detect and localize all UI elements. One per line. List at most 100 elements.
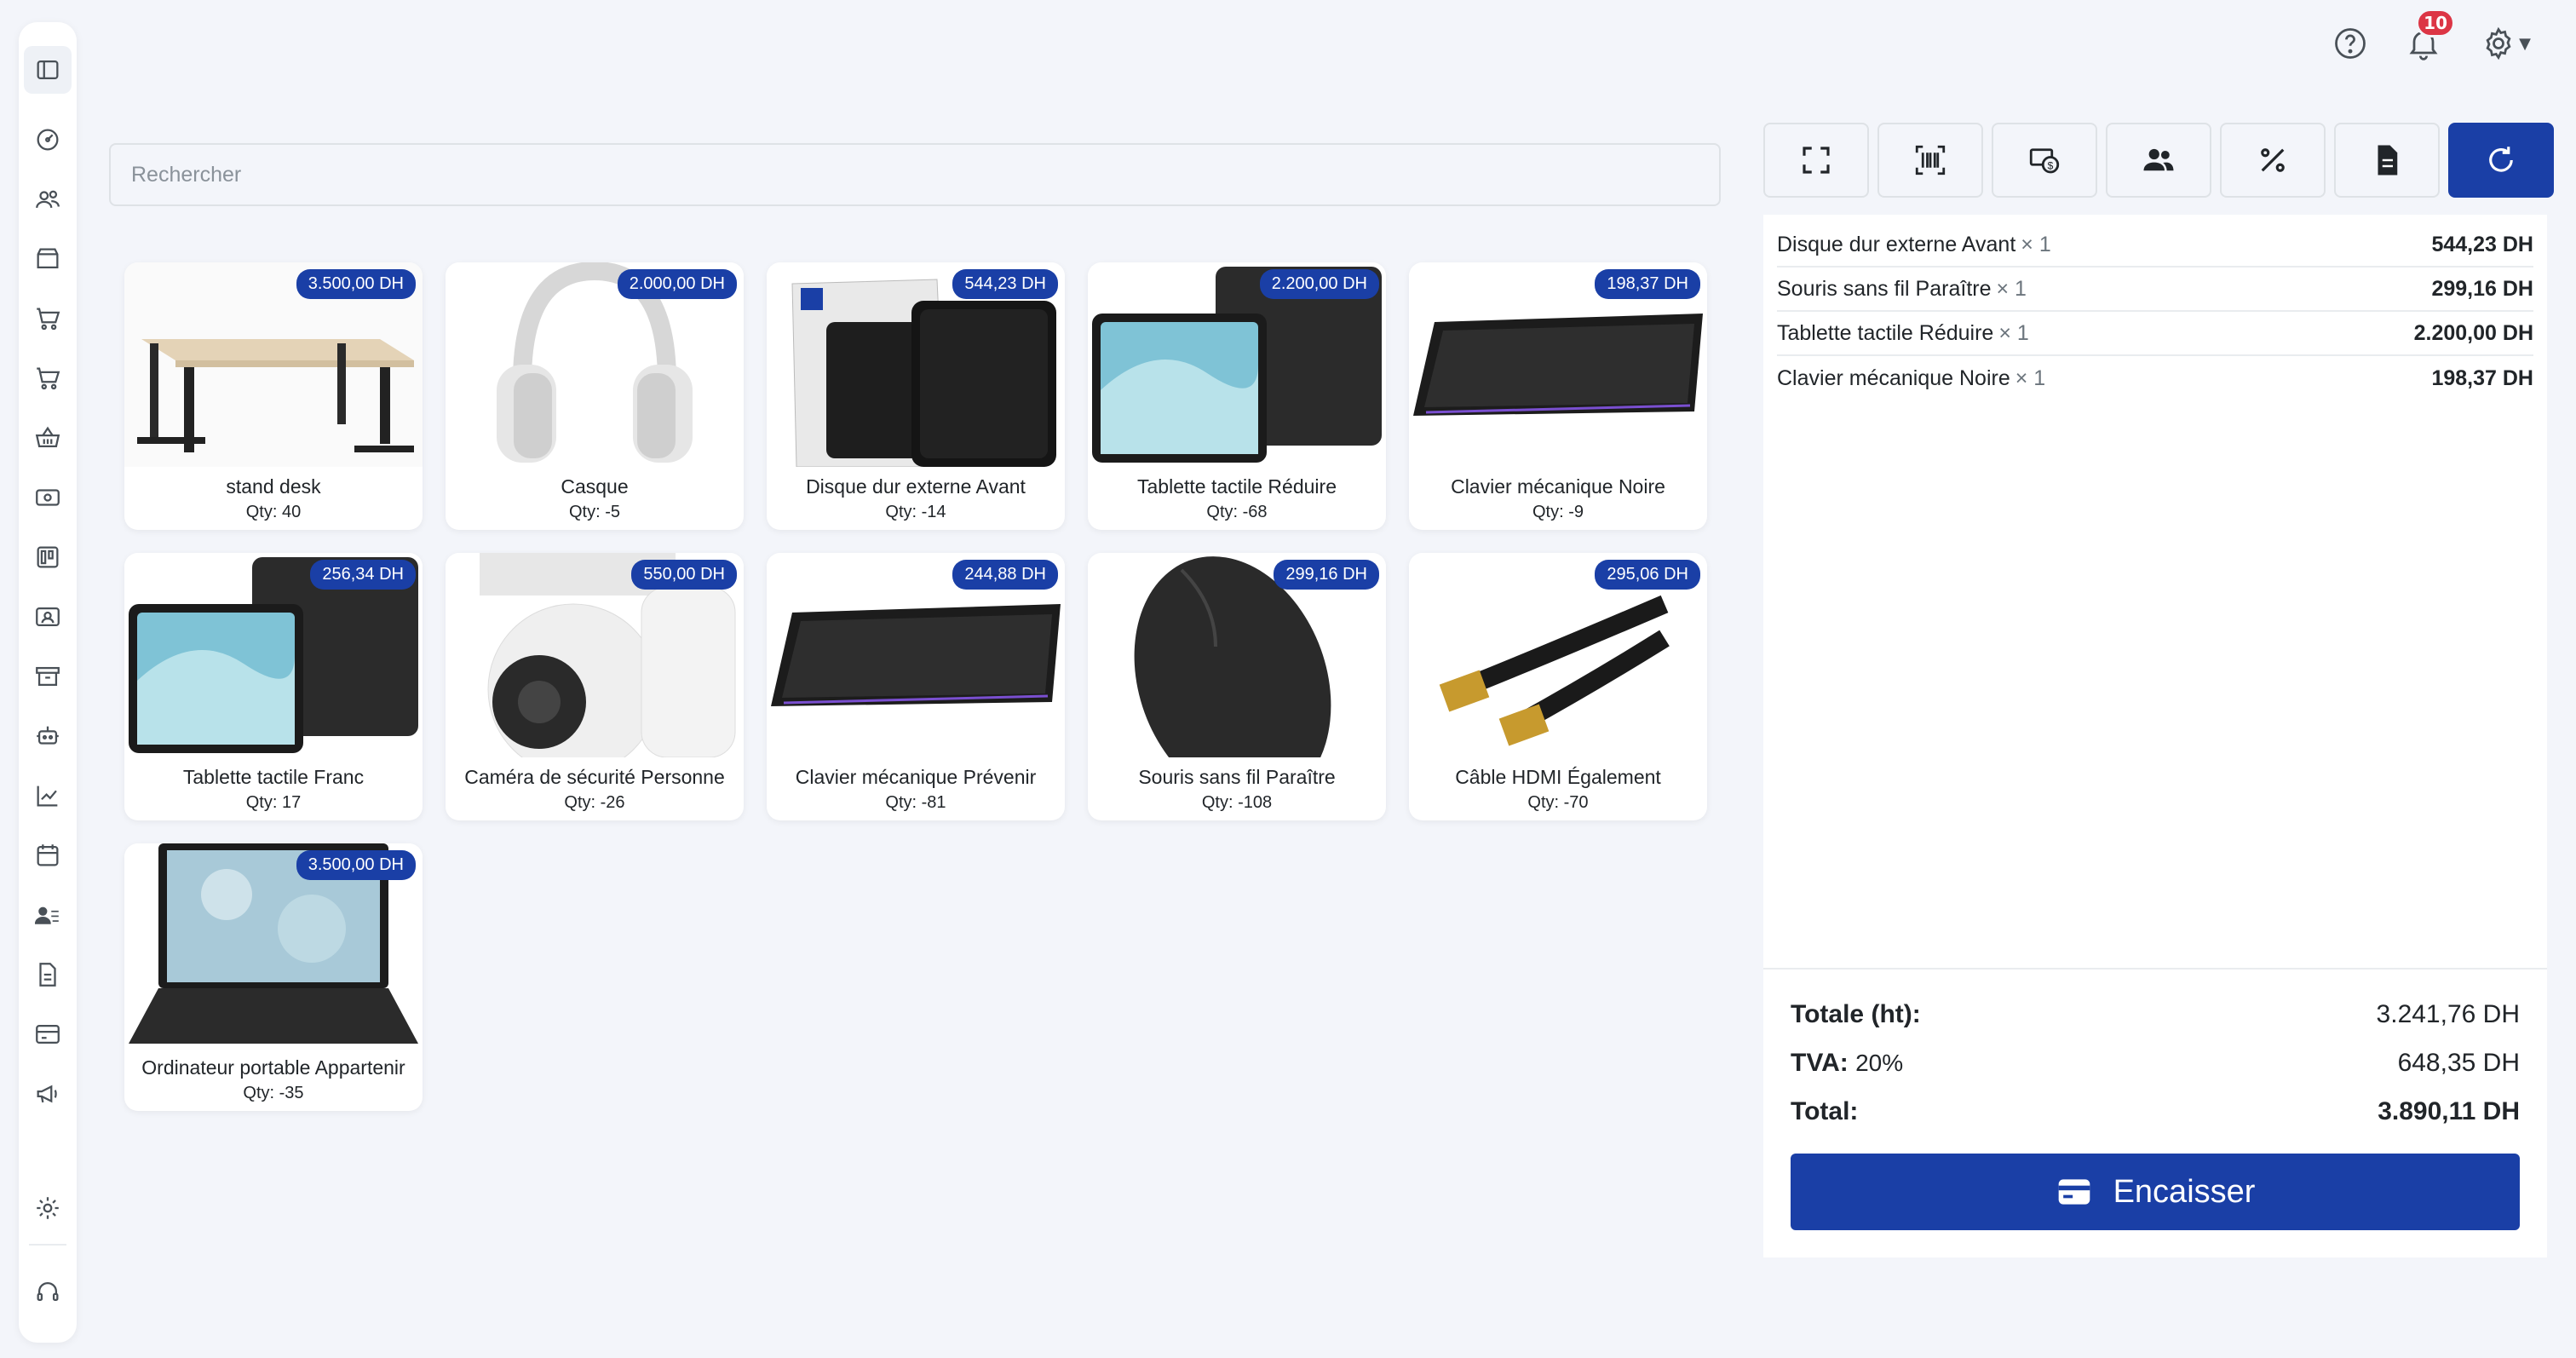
contact-card-icon[interactable] — [31, 600, 65, 634]
product-card[interactable]: 2.200,00 DH Tablette tactile Réduire Qty… — [1088, 262, 1386, 530]
gear-icon — [2486, 26, 2511, 60]
cart-line[interactable]: Clavier mécanique Noire × 1 198,37 DH — [1777, 356, 2533, 400]
calendar-icon[interactable] — [31, 838, 65, 872]
users-icon — [2143, 148, 2174, 171]
product-card[interactable]: 544,23 DH Disque dur externe Avant Qty: … — [767, 262, 1065, 530]
dashboard-icon[interactable] — [31, 123, 65, 157]
price-badge: 244,88 DH — [952, 560, 1058, 590]
product-card[interactable]: 256,34 DH Tablette tactile Franc Qty: 17 — [124, 553, 423, 820]
product-name: Souris sans fil Paraître — [1138, 766, 1336, 788]
barcode-scan-button[interactable] — [1877, 123, 1983, 198]
basket-icon[interactable] — [31, 421, 65, 455]
price-badge: 2.000,00 DH — [617, 269, 737, 299]
settings-gear-icon[interactable] — [31, 1191, 65, 1225]
product-card[interactable]: 244,88 DH Clavier mécanique Prévenir Qty… — [767, 553, 1065, 820]
product-card[interactable]: 3.500,00 DH Ordinateur portable Apparten… — [124, 843, 423, 1111]
customer-button[interactable] — [2106, 123, 2211, 198]
product-name: Ordinateur portable Appartenir — [141, 1056, 405, 1079]
price-badge: 544,23 DH — [952, 269, 1058, 299]
chart-line-icon[interactable] — [31, 779, 65, 813]
cart-panel: Disque dur externe Avant × 1 544,23 DH So… — [1763, 215, 2547, 1257]
tax-rate: 20% — [1855, 1049, 1904, 1076]
document-icon — [2378, 145, 2398, 176]
headset-icon[interactable] — [31, 1275, 65, 1309]
cart-item-price: 2.200,00 DH — [2413, 320, 2533, 345]
pos-toolbar: $ — [1763, 123, 2554, 198]
document-icon[interactable] — [31, 958, 65, 992]
cart-item-price: 544,23 DH — [2431, 232, 2533, 256]
product-qty: Qty: -26 — [564, 793, 625, 812]
price-badge: 256,34 DH — [310, 560, 416, 590]
search-input[interactable] — [109, 143, 1721, 206]
product-qty: Qty: -35 — [243, 1084, 304, 1102]
checkout-button[interactable]: Encaisser — [1791, 1154, 2520, 1230]
tax-label: TVA: — [1791, 1048, 1849, 1077]
refresh-icon — [2489, 147, 2513, 172]
discount-button[interactable] — [2220, 123, 2326, 198]
kanban-icon[interactable] — [31, 540, 65, 574]
checkout-label: Encaisser — [2113, 1173, 2256, 1210]
cart-icon[interactable] — [31, 302, 65, 336]
product-qty: Qty: 17 — [245, 793, 302, 812]
help-button[interactable] — [2329, 22, 2372, 65]
product-name: Tablette tactile Franc — [182, 766, 365, 788]
payments-icon[interactable] — [31, 1017, 65, 1051]
product-qty: Qty: -81 — [885, 793, 946, 812]
top-bar: 10 ▼ — [2329, 9, 2535, 65]
product-card[interactable]: 3.500,00 DH stand desk Qty: 40 — [124, 262, 423, 530]
cart-line[interactable]: Souris sans fil Paraître × 1 299,16 DH — [1777, 268, 2533, 312]
subtotal-row: Totale (ht): 3.241,76 DH — [1791, 990, 2520, 1039]
product-card[interactable]: 198,37 DH Clavier mécanique Noire Qty: -… — [1409, 262, 1707, 530]
megaphone-icon[interactable] — [31, 1077, 65, 1111]
cart-item-qty: × 1 — [2015, 365, 2046, 390]
cash-icon[interactable] — [31, 480, 65, 515]
product-card[interactable]: 295,06 DH Câble HDMI Également Qty: -70 — [1409, 553, 1707, 820]
user-list-icon[interactable] — [31, 898, 65, 932]
reset-button[interactable] — [2448, 123, 2554, 198]
product-name: Clavier mécanique Noire — [1451, 475, 1665, 498]
product-name: Caméra de sécurité Personne — [464, 766, 725, 788]
product-name: Disque dur externe Avant — [806, 475, 1026, 498]
product-name: stand desk — [226, 475, 321, 498]
barcode-icon — [1915, 145, 1946, 176]
product-card[interactable]: 550,00 DH Caméra de sécurité Personne Qt… — [446, 553, 744, 820]
totals-divider — [1763, 968, 2547, 970]
fullscreen-button[interactable] — [1763, 123, 1869, 198]
chevron-down-icon: ▼ — [2519, 34, 2531, 53]
product-qty: Qty: -14 — [885, 503, 946, 521]
invoice-button[interactable] — [2334, 123, 2440, 198]
credit-card-icon — [2058, 1179, 2090, 1205]
price-badge: 3.500,00 DH — [296, 850, 416, 880]
cart-outline-icon[interactable] — [31, 361, 65, 395]
robot-icon[interactable] — [31, 719, 65, 753]
archive-icon[interactable] — [31, 659, 65, 693]
cart-line[interactable]: Tablette tactile Réduire × 1 2.200,00 DH — [1777, 312, 2533, 356]
settings-menu-button[interactable]: ▼ — [2475, 22, 2535, 65]
box-icon[interactable] — [31, 242, 65, 276]
cart-item-name: Disque dur externe Avant — [1777, 232, 2016, 256]
cart-line[interactable]: Disque dur externe Avant × 1 544,23 DH — [1777, 223, 2533, 268]
total-row: Total: 3.890,11 DH — [1791, 1087, 2520, 1136]
users-icon[interactable] — [31, 182, 65, 216]
cart-item-name: Clavier mécanique Noire — [1777, 365, 2010, 390]
product-card[interactable]: 299,16 DH Souris sans fil Paraître Qty: … — [1088, 553, 1386, 820]
product-qty: Qty: -5 — [568, 503, 620, 521]
total-label: Total: — [1791, 1096, 1859, 1125]
cart-lines: Disque dur externe Avant × 1 544,23 DH So… — [1763, 215, 2547, 400]
product-card[interactable]: 2.000,00 DH Casque Qty: -5 — [446, 262, 744, 530]
notifications-button[interactable]: 10 — [2402, 9, 2455, 65]
cart-item-qty: × 1 — [1998, 320, 2029, 345]
sidebar-toggle-icon[interactable] — [24, 46, 72, 94]
product-qty: Qty: -68 — [1206, 503, 1268, 521]
cash-register-button[interactable]: $ — [1992, 123, 2097, 198]
cart-item-name: Souris sans fil Paraître — [1777, 276, 1992, 301]
product-name: Câble HDMI Également — [1455, 766, 1661, 788]
help-icon — [2335, 28, 2366, 59]
product-name: Clavier mécanique Prévenir — [795, 766, 1037, 788]
subtotal-value: 3.241,76 DH — [2376, 999, 2520, 1028]
money-icon: $ — [2029, 148, 2060, 174]
cart-item-name: Tablette tactile Réduire — [1777, 320, 1994, 345]
price-badge: 198,37 DH — [1595, 269, 1700, 299]
product-grid: 3.500,00 DH stand desk Qty: 40 2.000,00 … — [124, 262, 1707, 1111]
total-value: 3.890,11 DH — [2378, 1096, 2520, 1125]
